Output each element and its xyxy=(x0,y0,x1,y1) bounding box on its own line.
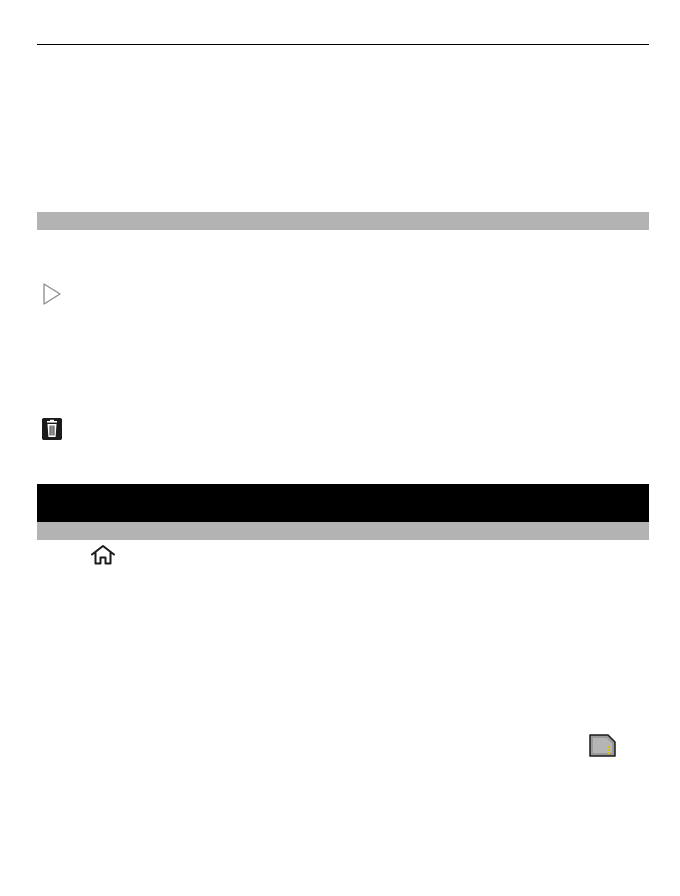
section-subheader-gray xyxy=(37,522,649,540)
section-divider-gray xyxy=(37,212,649,230)
section-header-black xyxy=(37,484,649,522)
memory-card-icon xyxy=(589,734,616,757)
home-icon xyxy=(90,544,116,566)
header-rule xyxy=(37,44,649,45)
play-outline-icon xyxy=(41,282,63,306)
trash-icon xyxy=(42,418,62,440)
